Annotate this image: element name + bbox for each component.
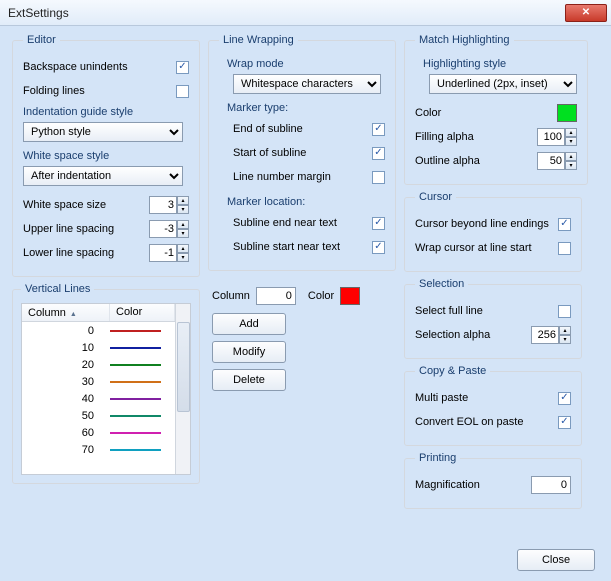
table-row[interactable]: 50 [22, 407, 175, 424]
table-row[interactable]: 40 [22, 390, 175, 407]
column-label: Column [212, 290, 250, 302]
wrap-group: Line Wrapping Wrap mode Whitespace chara… [208, 34, 396, 271]
whitespace-style-select[interactable]: After indentation [23, 166, 183, 186]
content: Editor Backspace unindents Folding lines… [0, 26, 611, 517]
outline-alpha-label: Outline alpha [415, 155, 537, 167]
printing-legend: Printing [415, 452, 460, 464]
lower-spacing-label: Lower line spacing [23, 247, 149, 259]
start-subline-checkbox[interactable] [372, 147, 385, 160]
line-num-margin-checkbox[interactable] [372, 171, 385, 184]
cursor-beyond-checkbox[interactable] [558, 218, 571, 231]
eol-checkbox[interactable] [558, 416, 571, 429]
whitespace-style-heading: White space style [23, 150, 189, 162]
end-subline-checkbox[interactable] [372, 123, 385, 136]
start-near-checkbox[interactable] [372, 241, 385, 254]
ws-size-label: White space size [23, 199, 149, 211]
cursor-beyond-label: Cursor beyond line endings [415, 218, 558, 230]
color-swatch[interactable] [340, 287, 360, 305]
multi-paste-checkbox[interactable] [558, 392, 571, 405]
vlines-legend: Vertical Lines [21, 283, 94, 295]
ws-size-spinner[interactable]: ▴▾ [149, 196, 189, 214]
wrap-legend: Line Wrapping [219, 34, 298, 46]
fill-alpha-spinner[interactable]: ▴▾ [537, 128, 577, 146]
selection-legend: Selection [415, 278, 468, 290]
delete-button[interactable]: Delete [212, 369, 286, 391]
selection-alpha-spinner[interactable]: ▴▾ [531, 326, 571, 344]
highlight-style-select[interactable]: Underlined (2px, inset) [429, 74, 577, 94]
magnification-input[interactable] [531, 476, 571, 494]
magnification-label: Magnification [415, 479, 531, 491]
editor-legend: Editor [23, 34, 60, 46]
backspace-checkbox[interactable] [176, 61, 189, 74]
table-row[interactable]: 0 [22, 322, 175, 339]
upper-spacing-spinner[interactable]: ▴▾ [149, 220, 189, 238]
folding-checkbox[interactable] [176, 85, 189, 98]
cursor-wrap-checkbox[interactable] [558, 242, 571, 255]
indent-guide-select[interactable]: Python style [23, 122, 183, 142]
line-num-margin-label: Line number margin [233, 171, 372, 183]
window-title: ExtSettings [8, 6, 565, 20]
color-label: Color [308, 290, 334, 302]
table-row[interactable]: 30 [22, 373, 175, 390]
folding-label: Folding lines [23, 85, 176, 97]
table-row[interactable]: 70 [22, 441, 175, 458]
start-subline-label: Start of subline [233, 147, 372, 159]
select-full-label: Select full line [415, 305, 558, 317]
end-subline-label: End of subline [233, 123, 372, 135]
vlines-scrollbar[interactable] [175, 304, 190, 474]
wrap-mode-select[interactable]: Whitespace characters [233, 74, 381, 94]
table-row[interactable]: 10 [22, 339, 175, 356]
highlight-style-heading: Highlighting style [423, 58, 577, 70]
editor-group: Editor Backspace unindents Folding lines… [12, 34, 200, 277]
select-full-checkbox[interactable] [558, 305, 571, 318]
start-near-label: Subline start near text [233, 241, 372, 253]
modify-button[interactable]: Modify [212, 341, 286, 363]
backspace-label: Backspace unindents [23, 61, 176, 73]
table-row[interactable]: 60 [22, 424, 175, 441]
copy-legend: Copy & Paste [415, 365, 490, 377]
end-near-checkbox[interactable] [372, 217, 385, 230]
cursor-wrap-label: Wrap cursor at line start [415, 242, 558, 254]
multi-paste-label: Multi paste [415, 392, 558, 404]
vlines-header[interactable]: Column Color [22, 304, 175, 322]
upper-spacing-label: Upper line spacing [23, 223, 149, 235]
lower-spacing-spinner[interactable]: ▴▾ [149, 244, 189, 262]
marker-type-heading: Marker type: [227, 102, 385, 114]
vlines-table[interactable]: Column Color 010203040506070 [21, 303, 191, 475]
sort-asc-icon [70, 307, 77, 319]
wrap-mode-heading: Wrap mode [227, 58, 385, 70]
match-color-swatch[interactable] [557, 104, 577, 122]
column-input[interactable] [256, 287, 296, 305]
add-button[interactable]: Add [212, 313, 286, 335]
copy-group: Copy & Paste Multi paste Convert EOL on … [404, 365, 582, 446]
vlines-group: Vertical Lines Column Color 010203040506… [12, 283, 200, 484]
table-row[interactable]: 20 [22, 356, 175, 373]
outline-alpha-spinner[interactable]: ▴▾ [537, 152, 577, 170]
indent-guide-heading: Indentation guide style [23, 106, 189, 118]
match-group: Match Highlighting Highlighting style Un… [404, 34, 588, 185]
selection-group: Selection Select full line Selection alp… [404, 278, 582, 359]
marker-loc-heading: Marker location: [227, 196, 385, 208]
cursor-group: Cursor Cursor beyond line endings Wrap c… [404, 191, 582, 272]
match-color-label: Color [415, 107, 557, 119]
match-legend: Match Highlighting [415, 34, 514, 46]
footer: Close [517, 549, 595, 571]
titlebar: ExtSettings ✕ [0, 0, 611, 26]
close-button[interactable]: Close [517, 549, 595, 571]
end-near-label: Subline end near text [233, 217, 372, 229]
printing-group: Printing Magnification [404, 452, 582, 509]
window-close-button[interactable]: ✕ [565, 4, 607, 22]
selection-alpha-label: Selection alpha [415, 329, 531, 341]
eol-label: Convert EOL on paste [415, 416, 558, 428]
cursor-legend: Cursor [415, 191, 456, 203]
fill-alpha-label: Filling alpha [415, 131, 537, 143]
